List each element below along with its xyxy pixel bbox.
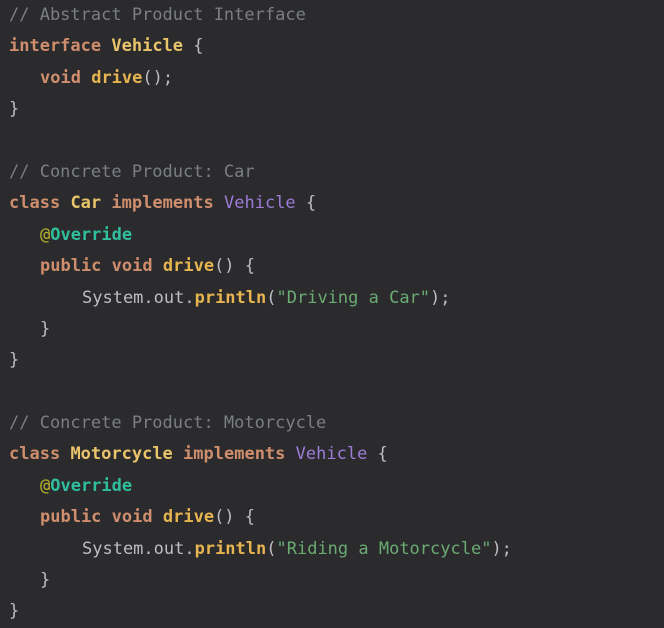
code-line-14: // Concrete Product: Motorcycle (0, 408, 664, 439)
method-name: drive (91, 67, 143, 88)
comment: // Concrete Product: Car (9, 161, 255, 182)
code-line-15: class Motorcycle implements Vehicle { (0, 439, 664, 470)
keyword: public (40, 507, 102, 528)
brace: } (9, 99, 20, 120)
object-ref: System.out. (82, 287, 195, 308)
class-name: Motorcycle (70, 444, 173, 465)
comment: // Abstract Product Interface (9, 5, 306, 25)
punctuation: (); (142, 67, 174, 88)
punctuation: ( (266, 538, 277, 559)
string-literal: "Riding a Motorcycle" (276, 538, 492, 559)
keyword: implements (183, 444, 286, 465)
punctuation: () { (214, 256, 256, 277)
code-line-4: } (0, 94, 664, 125)
method-name: drive (162, 256, 215, 277)
code-line-3: void drive(); (0, 63, 664, 94)
keyword: public (40, 256, 102, 277)
punctuation: ); (430, 287, 451, 308)
class-name: Car (70, 193, 102, 214)
keyword: interface (9, 36, 102, 57)
code-line-8: @Override (0, 220, 664, 251)
method-call: println (194, 287, 267, 308)
annotation-at: @ (40, 224, 51, 245)
code-line-12: } (0, 345, 664, 376)
keyword: class (9, 444, 61, 465)
code-line-11: } (0, 314, 664, 345)
interface-name: Vehicle (111, 36, 184, 57)
punctuation: ( (266, 287, 277, 308)
comment: // Concrete Product: Motorcycle (9, 413, 327, 434)
keyword: implements (111, 193, 214, 214)
annotation: Override (50, 475, 133, 496)
annotation-at: @ (40, 475, 51, 496)
code-line-7: class Car implements Vehicle { (0, 188, 664, 219)
code-line-16: @Override (0, 471, 664, 502)
brace: } (9, 601, 20, 622)
interface-ref: Vehicle (224, 193, 296, 214)
method-name: drive (162, 507, 215, 528)
object-ref: System.out. (82, 538, 195, 559)
code-editor[interactable]: // Abstract Product Interface interface … (0, 0, 664, 624)
code-line-2: interface Vehicle { (0, 31, 664, 62)
code-line-20: } (0, 596, 664, 627)
keyword: void (111, 256, 153, 277)
code-line-19: } (0, 565, 664, 596)
code-line-18: System.out.println("Riding a Motorcycle"… (0, 534, 664, 565)
method-call: println (194, 538, 267, 559)
brace: } (9, 350, 20, 371)
keyword: void (40, 67, 81, 88)
keyword: void (111, 507, 153, 528)
brace: } (40, 318, 51, 339)
punctuation: () { (214, 507, 256, 528)
brace: { (183, 36, 204, 57)
punctuation: ); (491, 538, 512, 559)
code-line-17: public void drive() { (0, 502, 664, 533)
code-line-10: System.out.println("Driving a Car"); (0, 283, 664, 314)
code-line-6: // Concrete Product: Car (0, 157, 664, 188)
keyword: class (9, 193, 61, 214)
code-line-1: // Abstract Product Interface (0, 0, 664, 31)
annotation: Override (50, 224, 133, 245)
brace: { (295, 193, 317, 214)
brace: } (40, 570, 51, 591)
string-literal: "Driving a Car" (276, 287, 431, 308)
interface-ref: Vehicle (295, 444, 368, 465)
code-line-9: public void drive() { (0, 251, 664, 282)
brace: { (367, 444, 388, 465)
